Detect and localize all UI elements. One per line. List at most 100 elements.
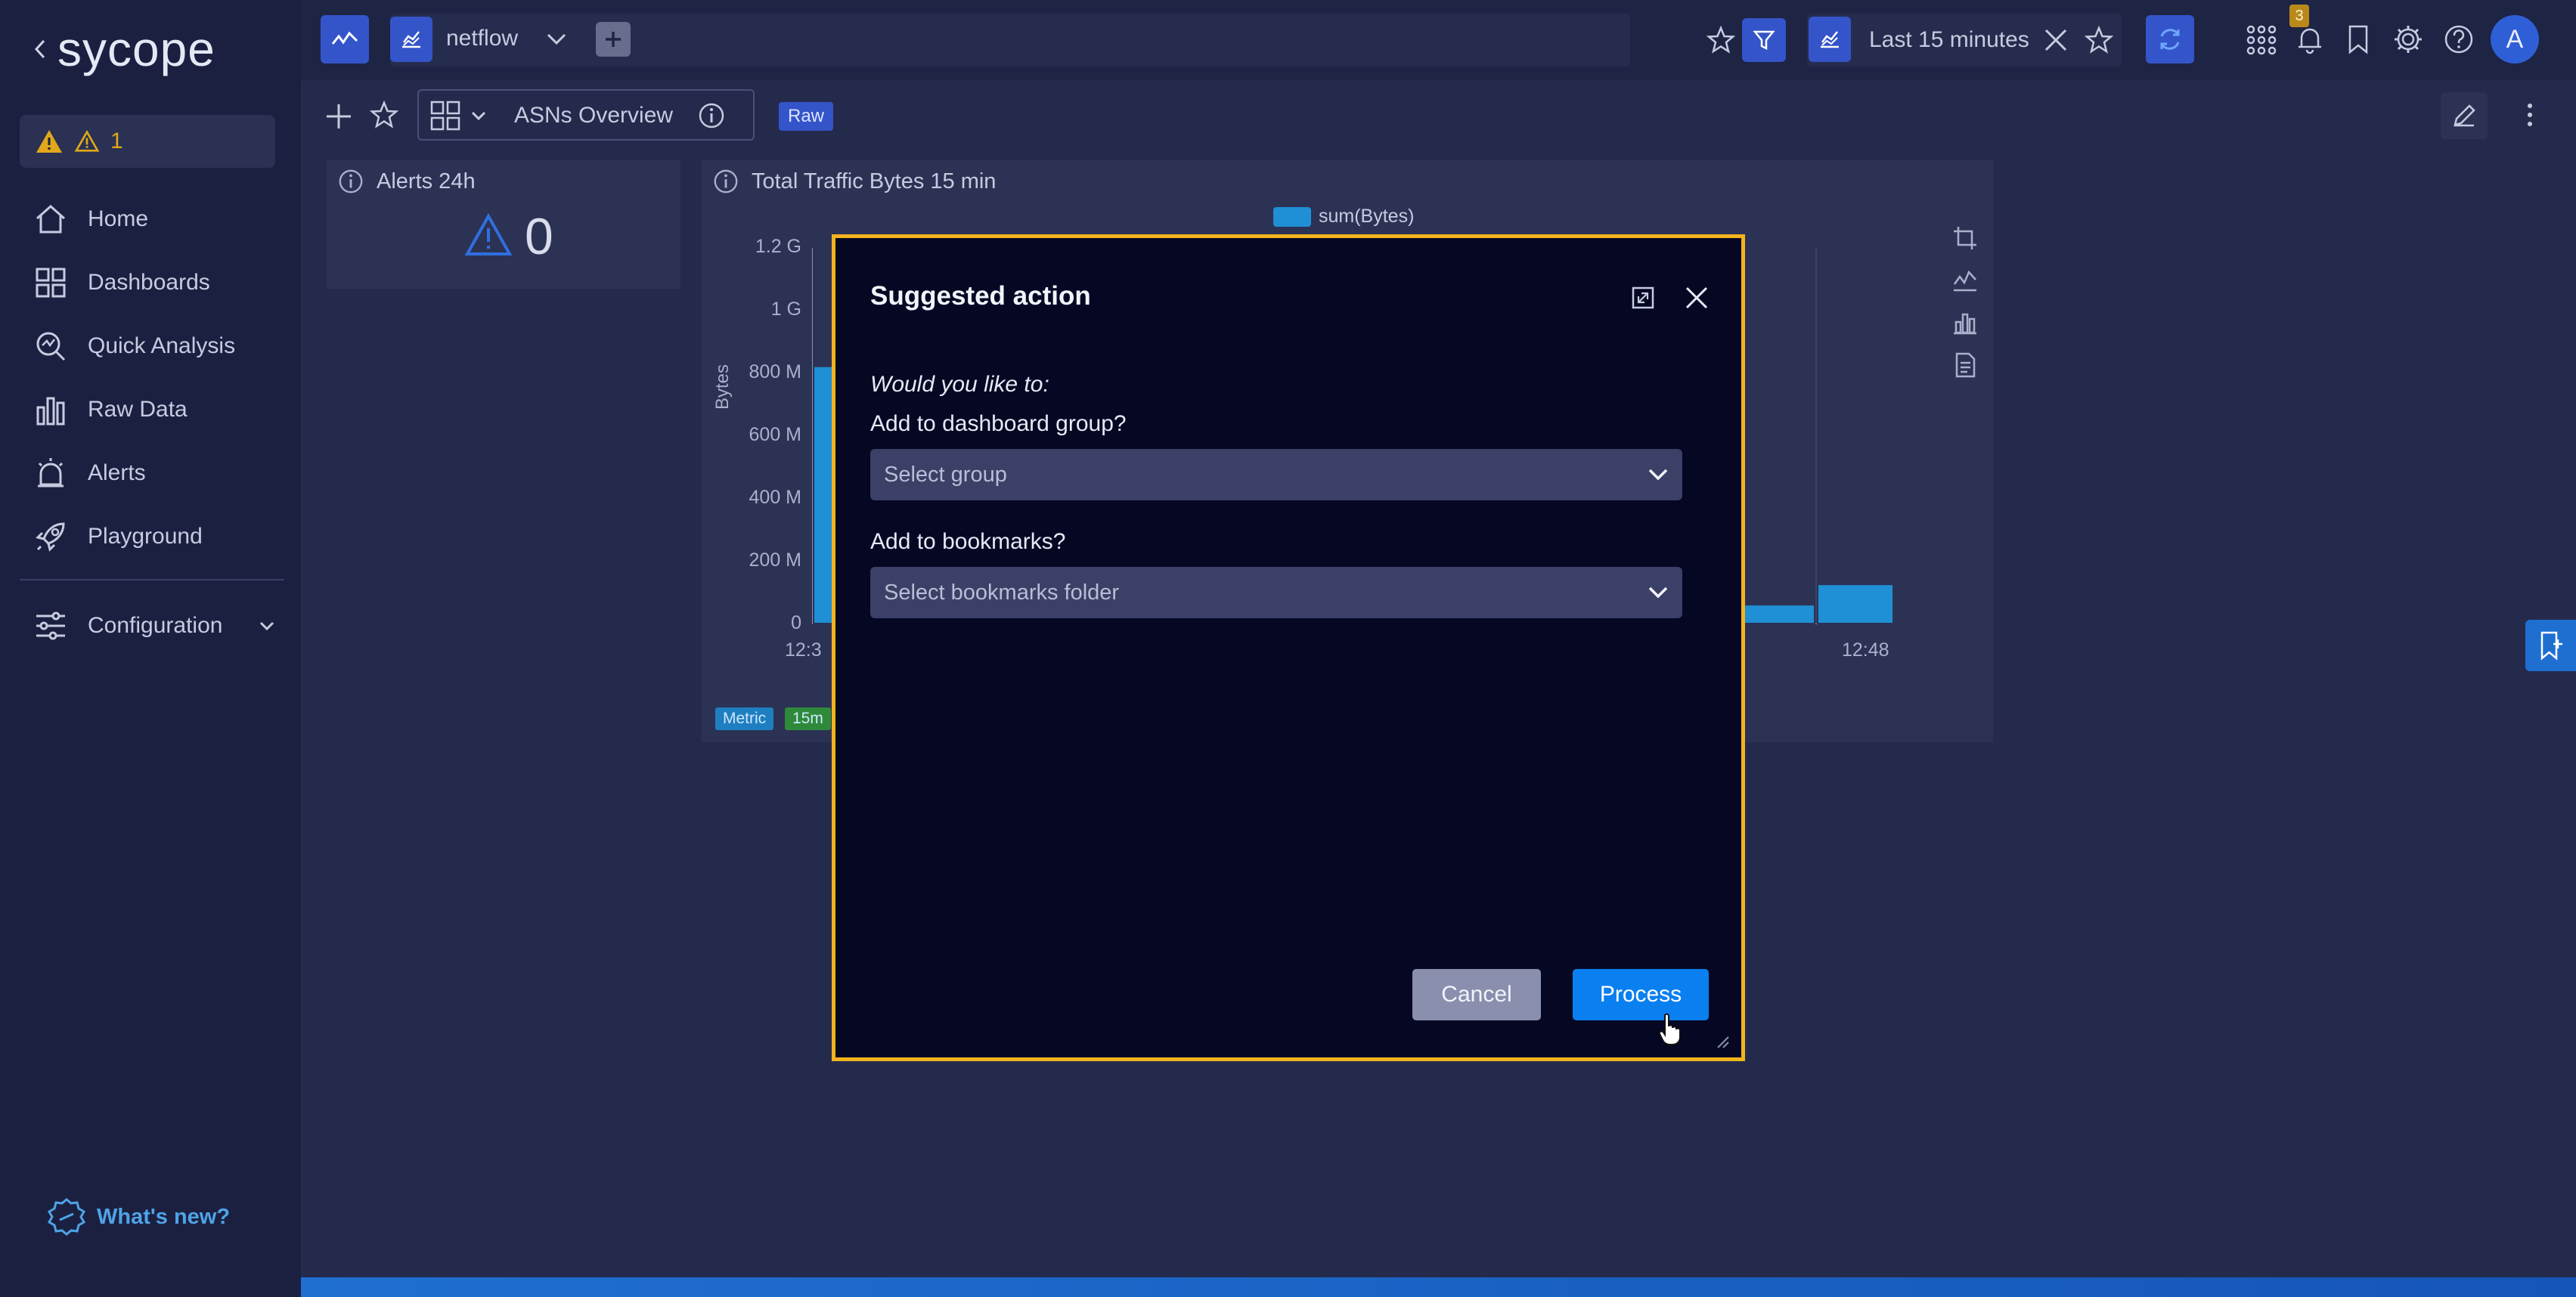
sidebar-item-playground[interactable]: Playground bbox=[33, 514, 203, 559]
analytics-mode-button[interactable] bbox=[321, 15, 369, 63]
filter-button[interactable] bbox=[1742, 18, 1786, 62]
modal-prompt: Would you like to: bbox=[870, 372, 1049, 397]
modal-title: Suggested action bbox=[870, 281, 1091, 311]
sidebar-item-alerts[interactable]: Alerts bbox=[33, 450, 146, 496]
info-icon[interactable] bbox=[697, 101, 726, 130]
process-button[interactable]: Process bbox=[1573, 969, 1709, 1020]
alerts-panel-title: Alerts 24h bbox=[377, 169, 476, 193]
interval-tag: 15m bbox=[785, 707, 831, 730]
sidebar-item-raw-data[interactable]: Raw Data bbox=[33, 387, 188, 432]
new-badge-icon bbox=[47, 1198, 86, 1236]
metric-tag: Metric bbox=[715, 707, 774, 730]
logo-text: sycope bbox=[57, 22, 215, 76]
dashboard-selector[interactable]: ASNs Overview bbox=[417, 89, 755, 141]
sidebar-item-label: Configuration bbox=[88, 613, 223, 638]
cancel-button[interactable]: Cancel bbox=[1412, 969, 1541, 1020]
document-icon[interactable] bbox=[1952, 352, 1978, 378]
bookmark-icon[interactable] bbox=[2347, 24, 2370, 54]
resize-handle-icon[interactable] bbox=[1713, 1032, 1730, 1049]
chart-bar[interactable] bbox=[1738, 604, 1815, 624]
stream-chart-icon bbox=[1821, 31, 1839, 48]
star-icon[interactable] bbox=[369, 100, 399, 130]
star-icon[interactable] bbox=[2084, 25, 2114, 55]
bar-chart-icon[interactable] bbox=[1952, 310, 1978, 336]
add-source-button[interactable] bbox=[596, 22, 631, 57]
alerts-panel: Alerts 24h 0 bbox=[327, 160, 680, 289]
logo[interactable]: sycope bbox=[33, 22, 215, 76]
expand-icon[interactable] bbox=[1631, 286, 1655, 310]
chevron-down-icon bbox=[259, 621, 274, 631]
help-icon[interactable] bbox=[2444, 24, 2474, 54]
chart-legend[interactable]: sum(Bytes) bbox=[1273, 206, 1414, 228]
chart-bar[interactable] bbox=[813, 365, 834, 624]
sidebar-item-label: Quick Analysis bbox=[88, 333, 236, 358]
refresh-button[interactable] bbox=[2146, 15, 2194, 63]
group-select-placeholder: Select group bbox=[884, 462, 1007, 487]
bookmark-add-tab[interactable] bbox=[2525, 620, 2576, 671]
chart-bar[interactable] bbox=[1817, 583, 1893, 624]
more-vertical-icon[interactable] bbox=[2518, 100, 2542, 130]
source-dropdown-icon[interactable] bbox=[546, 32, 567, 47]
sidebar-divider bbox=[20, 579, 284, 580]
y-tick-label: 1 G bbox=[770, 299, 801, 320]
dashboard-grid-icon bbox=[430, 101, 460, 131]
dashboard-name: ASNs Overview bbox=[514, 103, 674, 128]
sidebar-item-label: Playground bbox=[88, 524, 203, 549]
bookmarks-folder-select[interactable]: Select bookmarks folder bbox=[870, 567, 1682, 618]
sliders-icon bbox=[36, 611, 65, 640]
sidebar-item-dashboards[interactable]: Dashboards bbox=[33, 260, 210, 305]
info-icon[interactable] bbox=[337, 168, 364, 195]
alerts-count-value: 0 bbox=[525, 208, 553, 265]
alert-count: 1 bbox=[110, 128, 123, 153]
x-tick-label: 12:3 bbox=[785, 639, 822, 661]
sidebar-item-label: Alerts bbox=[88, 460, 146, 485]
refresh-icon bbox=[2160, 29, 2180, 50]
whats-new-link[interactable]: What's new? bbox=[47, 1194, 230, 1240]
pulse-icon bbox=[331, 31, 358, 45]
source-filter-field[interactable] bbox=[390, 14, 1630, 67]
avatar[interactable]: A bbox=[2491, 15, 2539, 63]
edit-dashboard-button[interactable] bbox=[2441, 92, 2488, 139]
time-mode-button[interactable] bbox=[1809, 17, 1851, 62]
bottom-progress-bar bbox=[301, 1277, 2576, 1297]
close-icon[interactable] bbox=[1683, 284, 1710, 311]
rocket-icon bbox=[36, 522, 65, 552]
source-type-button[interactable] bbox=[390, 17, 432, 62]
y-axis-label: Bytes bbox=[712, 364, 733, 410]
star-icon[interactable] bbox=[1706, 25, 1736, 55]
add-icon[interactable] bbox=[324, 101, 354, 132]
pointer-cursor-icon bbox=[1658, 1013, 1681, 1045]
apps-grid-icon[interactable] bbox=[2246, 24, 2277, 56]
chevron-down-icon bbox=[1648, 469, 1668, 481]
alert-counter[interactable]: 1 bbox=[20, 115, 275, 168]
info-icon[interactable] bbox=[712, 168, 739, 195]
bell-icon[interactable] bbox=[2295, 24, 2324, 54]
legend-swatch bbox=[1273, 206, 1311, 227]
line-chart-icon[interactable] bbox=[1952, 268, 1978, 293]
top-bar: netflow Last 15 minutes 3 A bbox=[301, 0, 2576, 80]
sidebar-item-label: Raw Data bbox=[88, 397, 188, 422]
sidebar-item-home[interactable]: Home bbox=[33, 197, 148, 242]
sidebar-item-quick-analysis[interactable]: Quick Analysis bbox=[33, 323, 235, 369]
crop-icon[interactable] bbox=[1952, 225, 1978, 251]
sidebar-item-configuration[interactable]: Configuration bbox=[33, 603, 275, 648]
bookmarks-question: Add to bookmarks? bbox=[870, 529, 1066, 554]
y-tick-label: 600 M bbox=[749, 424, 801, 445]
quick-analysis-icon bbox=[36, 332, 66, 361]
bookmark-add-icon bbox=[2540, 631, 2562, 661]
plus-icon bbox=[606, 32, 621, 47]
close-icon[interactable] bbox=[2043, 27, 2069, 53]
bar-chart-icon bbox=[36, 397, 65, 426]
suggested-action-modal: Suggested action Would you like to: Add … bbox=[832, 234, 1745, 1061]
group-question: Add to dashboard group? bbox=[870, 411, 1127, 436]
raw-badge[interactable]: Raw bbox=[779, 102, 833, 131]
filter-icon bbox=[1753, 30, 1775, 51]
y-tick-label: 400 M bbox=[749, 487, 801, 508]
legend-label: sum(Bytes) bbox=[1319, 206, 1415, 227]
chevron-left-icon bbox=[34, 39, 45, 59]
bookmarks-select-placeholder: Select bookmarks folder bbox=[884, 580, 1120, 605]
home-icon bbox=[36, 204, 65, 234]
gear-icon[interactable] bbox=[2392, 23, 2424, 55]
group-select[interactable]: Select group bbox=[870, 449, 1682, 500]
traffic-panel-title: Total Traffic Bytes 15 min bbox=[752, 169, 997, 193]
